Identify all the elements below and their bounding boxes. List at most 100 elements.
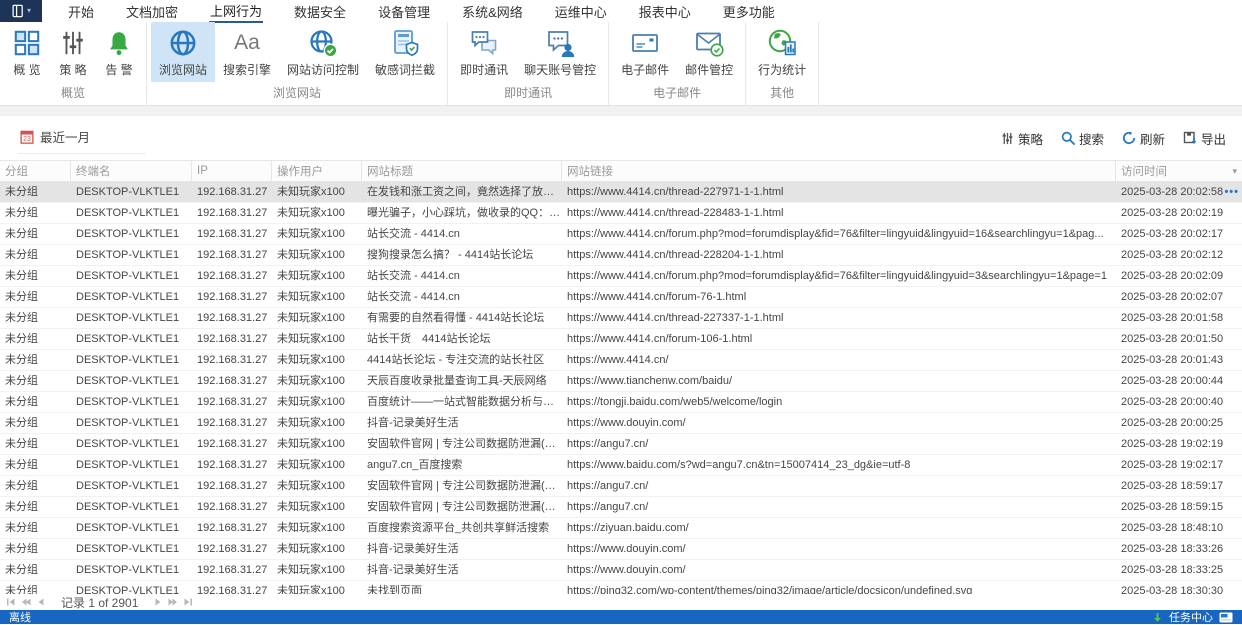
ribbon-item-search-engine[interactable]: Aa 搜索引擎 — [215, 22, 279, 82]
ribbon-item-behavior-statistics[interactable]: 行为统计 — [750, 22, 814, 82]
ribbon-item-label: 概 览 — [13, 63, 41, 77]
nav-next-icon[interactable] — [153, 597, 163, 607]
cell-visit-time: 2025-03-28 20:01:50 — [1116, 329, 1242, 349]
table-row[interactable]: 未分组 DESKTOP-VLKTLE1 192.168.31.27 未知玩家x1… — [0, 455, 1242, 476]
table-row[interactable]: 未分组 DESKTOP-VLKTLE1 192.168.31.27 未知玩家x1… — [0, 245, 1242, 266]
table-row[interactable]: 未分组 DESKTOP-VLKTLE1 192.168.31.27 未知玩家x1… — [0, 371, 1242, 392]
chat-bubbles-icon — [469, 28, 499, 58]
refresh-button[interactable]: 刷新 — [1122, 129, 1165, 148]
export-button[interactable]: 导出 — [1183, 129, 1226, 148]
cell-website-title: 安固软件官网 | 专注公司数据防泄漏(DLP)，... — [367, 438, 562, 450]
column-header-time[interactable]: 访问时间 ▾ — [1116, 161, 1242, 181]
ribbon-item-instant-messaging[interactable]: 即时通讯 — [452, 22, 516, 82]
search-button[interactable]: 搜索 — [1061, 129, 1104, 148]
task-center-button[interactable]: 任务中心 — [1169, 609, 1213, 625]
cell-user: 未知玩家x100 — [277, 543, 345, 555]
nav-prev-page-icon[interactable] — [21, 597, 31, 607]
table-row[interactable]: 未分组 DESKTOP-VLKTLE1 192.168.31.27 未知玩家x1… — [0, 392, 1242, 413]
cell-terminal: DESKTOP-VLKTLE1 — [76, 585, 180, 594]
column-header-group[interactable]: 分组 — [0, 161, 71, 181]
ribbon-item-alert[interactable]: 告 警 — [96, 22, 142, 82]
table-row[interactable]: 未分组 DESKTOP-VLKTLE1 192.168.31.27 未知玩家x1… — [0, 350, 1242, 371]
table-row[interactable]: 未分组 DESKTOP-VLKTLE1 192.168.31.27 未知玩家x1… — [0, 308, 1242, 329]
ribbon-item-browse-websites[interactable]: 浏览网站 — [151, 22, 216, 82]
column-header-title[interactable]: 网站标题 — [362, 161, 562, 181]
cell-ip: 192.168.31.27 — [197, 438, 268, 450]
cell-group: 未分组 — [5, 585, 38, 594]
download-arrow-icon — [1152, 612, 1163, 623]
table-row[interactable]: 未分组 DESKTOP-VLKTLE1 192.168.31.27 未知玩家x1… — [0, 203, 1242, 224]
nav-last-icon[interactable] — [183, 597, 193, 607]
ribbon-item-overview[interactable]: 概 览 — [4, 22, 50, 82]
cell-website-title: 曝光骗子，小心踩坑，做收录的QQ：28462... — [367, 207, 562, 219]
table-row[interactable]: 未分组 DESKTOP-VLKTLE1 192.168.31.27 未知玩家x1… — [0, 518, 1242, 539]
tab-doc-encryption[interactable]: 文档加密 — [110, 0, 194, 22]
tab-start[interactable]: 开始 — [52, 0, 110, 22]
ribbon-item-policy[interactable]: 策 略 — [50, 22, 96, 82]
table-row[interactable]: 未分组 DESKTOP-VLKTLE1 192.168.31.27 未知玩家x1… — [0, 434, 1242, 455]
table-row[interactable]: 未分组 DESKTOP-VLKTLE1 192.168.31.27 未知玩家x1… — [0, 413, 1242, 434]
cell-terminal: DESKTOP-VLKTLE1 — [76, 375, 180, 387]
nav-next-page-icon[interactable] — [168, 597, 178, 607]
ribbon-item-email-control[interactable]: 邮件管控 — [677, 22, 741, 82]
tab-report-center[interactable]: 报表中心 — [623, 0, 707, 22]
tab-ops-center[interactable]: 运维中心 — [539, 0, 623, 22]
ribbon-item-label: 网站访问控制 — [287, 63, 360, 77]
column-header-terminal[interactable]: 终端名 — [71, 161, 192, 181]
tray-panel-icon[interactable] — [1219, 612, 1233, 623]
policy-button[interactable]: 策略 — [1001, 129, 1043, 148]
ribbon-item-email[interactable]: 电子邮件 — [613, 22, 677, 82]
ribbon-item-chat-account-control[interactable]: 聊天账号管控 — [516, 22, 604, 82]
tab-system-network[interactable]: 系统&网络 — [446, 0, 539, 22]
column-header-user[interactable]: 操作用户 — [272, 161, 362, 181]
chat-person-icon — [545, 28, 575, 58]
table-row[interactable]: 未分组 DESKTOP-VLKTLE1 192.168.31.27 未知玩家x1… — [0, 497, 1242, 518]
svg-text:23: 23 — [23, 136, 31, 143]
tab-more-features[interactable]: 更多功能 — [707, 0, 791, 22]
table-row[interactable]: 未分组 DESKTOP-VLKTLE1 192.168.31.27 未知玩家x1… — [0, 539, 1242, 560]
ribbon-item-label: 搜索引擎 — [223, 63, 272, 77]
record-count: 记录 1 of 2901 — [61, 595, 139, 610]
table-row[interactable]: 未分组 DESKTOP-VLKTLE1 192.168.31.27 未知玩家x1… — [0, 224, 1242, 245]
table-row[interactable]: 未分组 DESKTOP-VLKTLE1 192.168.31.27 未知玩家x1… — [0, 476, 1242, 497]
envelope-shield-icon — [694, 28, 724, 58]
table-row[interactable]: 未分组 DESKTOP-VLKTLE1 192.168.31.27 未知玩家x1… — [0, 266, 1242, 287]
visit-time-text: 2025-03-28 20:02:19 — [1121, 207, 1224, 219]
ribbon-item-website-access-control[interactable]: 网站访问控制 — [279, 22, 367, 82]
tab-internet-behavior[interactable]: 上网行为 — [194, 0, 278, 23]
globe-icon — [168, 28, 198, 58]
visit-time-text: 2025-03-28 18:59:17 — [1121, 480, 1224, 492]
cell-website-title: 天辰百度收录批量查询工具-天辰网络 — [367, 375, 547, 387]
export-icon — [1183, 131, 1197, 145]
cell-website-url: https://angu7.cn/ — [567, 501, 649, 513]
cell-group: 未分组 — [5, 522, 38, 534]
ribbon-item-sensitive-word-block[interactable]: 敏感词拦截 — [367, 22, 443, 82]
table-row[interactable]: 未分组 DESKTOP-VLKTLE1 192.168.31.27 未知玩家x1… — [0, 329, 1242, 350]
cell-website-title: 安固软件官网 | 专注公司数据防泄漏(DLP)，... — [367, 501, 562, 513]
column-header-url[interactable]: 网站链接 — [562, 161, 1116, 181]
envelope-icon — [630, 28, 660, 58]
table-row[interactable]: 未分组 DESKTOP-VLKTLE1 192.168.31.27 未知玩家x1… — [0, 560, 1242, 581]
tab-data-security[interactable]: 数据安全 — [278, 0, 362, 22]
visit-time-text: 2025-03-28 20:02:58 — [1121, 186, 1224, 198]
column-header-ip[interactable]: IP — [192, 161, 272, 181]
cell-website-title: 百度统计——一站式智能数据分析与应用平台 — [367, 396, 562, 408]
cell-user: 未知玩家x100 — [277, 396, 345, 408]
table-row[interactable]: 未分组 DESKTOP-VLKTLE1 192.168.31.27 未知玩家x1… — [0, 581, 1242, 594]
tab-device-management[interactable]: 设备管理 — [362, 0, 446, 22]
column-filter-arrow-icon[interactable]: ▾ — [1232, 166, 1237, 177]
app-menu-button[interactable]: ▾ — [0, 0, 42, 22]
nav-prev-icon[interactable] — [36, 597, 46, 607]
cell-user: 未知玩家x100 — [277, 501, 345, 513]
visit-time-text: 2025-03-28 20:01:58 — [1121, 312, 1224, 324]
nav-first-icon[interactable] — [6, 597, 16, 607]
ribbon-group-label: 概览 — [60, 86, 85, 100]
cell-ip: 192.168.31.27 — [197, 564, 268, 576]
cell-user: 未知玩家x100 — [277, 186, 345, 198]
cell-ip: 192.168.31.27 — [197, 228, 268, 240]
date-range-filter[interactable]: 23 最近一月 — [18, 122, 147, 154]
row-more-button[interactable]: ••• — [1224, 182, 1239, 202]
cell-group: 未分组 — [5, 186, 38, 198]
table-row[interactable]: 未分组 DESKTOP-VLKTLE1 192.168.31.27 未知玩家x1… — [0, 182, 1242, 203]
table-row[interactable]: 未分组 DESKTOP-VLKTLE1 192.168.31.27 未知玩家x1… — [0, 287, 1242, 308]
